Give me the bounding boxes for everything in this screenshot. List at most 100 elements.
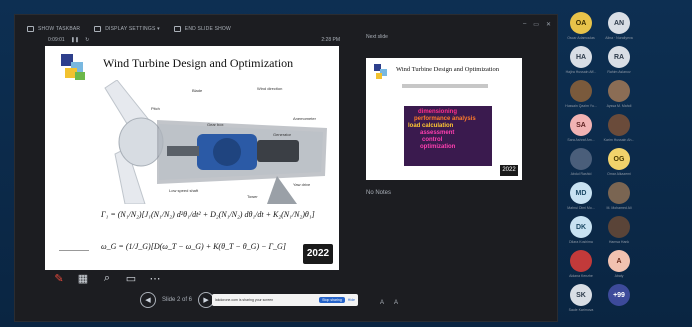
avatar [570, 148, 592, 170]
participant-tile[interactable]: MD Mahrui Dimi Mo... [562, 182, 600, 210]
participant-name: Hamsa Hank [608, 240, 630, 244]
svg-text:Tower: Tower [247, 194, 258, 199]
next-slide-subtitle-bar [402, 84, 488, 88]
show-taskbar-label: SHOW TASKBAR [38, 26, 81, 32]
share-status-text: lakdorone.com is sharing your screen [215, 298, 274, 302]
participant-name: Karim Hussain Ah... [603, 138, 635, 142]
show-taskbar-button[interactable]: SHOW TASKBAR [27, 26, 80, 32]
slide-logo [61, 54, 89, 84]
topic-line: assessment [420, 130, 455, 136]
next-slide-label: Next slide [366, 34, 388, 40]
participant-name: Omar Alkazemi [607, 172, 631, 176]
svg-text:Pitch: Pitch [151, 106, 160, 111]
avatar: HA [570, 46, 592, 68]
topic-line: control [422, 137, 443, 143]
participant-tile[interactable]: OA Oscar Adamoulas [562, 12, 600, 40]
participant-tile[interactable]: RA Rahim Aslanov [600, 46, 638, 74]
next-slide-preview[interactable]: Wind Turbine Design and Optimization dim… [366, 58, 522, 180]
end-slide-show-label: END SLIDE SHOW [184, 26, 231, 32]
next-slide-title: Wind Turbine Design and Optimization [396, 66, 500, 73]
minimize-icon[interactable]: – [523, 21, 526, 28]
topic-line: load calculation [408, 123, 454, 129]
hide-button[interactable]: Hide [348, 298, 355, 302]
slide-counter: Slide 2 of 6 [162, 297, 193, 303]
clock: 2:28 PM [321, 37, 340, 43]
participant-tile[interactable]: HA Hajira Hussain Aff... [562, 46, 600, 74]
end-slide-show-button[interactable]: END SLIDE SHOW [173, 26, 231, 32]
avatar: RA [608, 46, 630, 68]
previous-slide-button[interactable]: ◀ [140, 292, 156, 308]
avatar: OA [570, 12, 592, 34]
participant-name: Alina · Nuraliyeva [605, 36, 633, 40]
svg-text:Generator: Generator [273, 132, 292, 137]
participant-tile[interactable]: M. Mohamed Ali [600, 182, 638, 210]
avatar [608, 182, 630, 204]
slide-title: Wind Turbine Design and Optimization [103, 56, 294, 70]
participant-name: Hussain Qazim Yu... [565, 104, 597, 108]
avatar: OG [608, 148, 630, 170]
participant-tile[interactable]: AN Alina · Nuraliyeva [600, 12, 638, 40]
speaker-notes[interactable]: No Notes [366, 190, 391, 196]
topics-box: dimensioning performance analysis load c… [404, 106, 492, 166]
current-slide: Wind Turbine Design and Optimization Bla… [45, 46, 339, 270]
close-icon[interactable]: ✕ [546, 21, 551, 28]
zoom-icon[interactable]: ⌕ [100, 271, 114, 285]
participant-tile[interactable]: Ayssa M. Mahdi [600, 80, 638, 108]
timer: 0:09:01 [48, 37, 65, 43]
participant-name: Hajira Hussain Aff... [565, 70, 597, 74]
participant-name: Aidana Kenzhe [569, 274, 593, 278]
avatar: +99 [608, 284, 630, 306]
restore-icon[interactable]: ▭ [533, 21, 539, 28]
stop-sharing-button[interactable]: Stop sharing [319, 297, 345, 303]
decrease-font-button[interactable]: A [394, 300, 398, 306]
svg-text:Gear box: Gear box [207, 122, 223, 127]
participant-tile[interactable]: Aidana Kenzhe [562, 250, 600, 278]
participant-name: Saule Karimova [568, 308, 594, 312]
wind-turbine-nacelle-illustration: Blade Wind direction Anemometer Pitch Lo… [97, 80, 337, 204]
slide-navigation: ◀ Slide 2 of 6 ▶ [140, 292, 215, 308]
topic-line: dimensioning [418, 109, 457, 115]
pause-icon[interactable]: ❚❚ [71, 37, 79, 43]
avatar [608, 80, 630, 102]
svg-text:Yaw drive: Yaw drive [293, 182, 311, 187]
avatar: MD [570, 182, 592, 204]
signature-line [59, 250, 89, 260]
avatar [570, 250, 592, 272]
slide-tools: ✎ ▦ ⌕ ▭ ⋯ [52, 266, 292, 290]
window-controls: – ▭ ✕ [523, 21, 551, 28]
avatar: A [608, 250, 630, 272]
participant-tile[interactable]: Hussain Qazim Yu... [562, 80, 600, 108]
avatar [570, 80, 592, 102]
notes-font-controls: A A [380, 300, 398, 306]
participant-name: Mahrui Dimi Mo... [567, 206, 595, 210]
see-all-slides-icon[interactable]: ▦ [76, 271, 90, 285]
participant-name: M. Mohamed Ali [606, 206, 632, 210]
participant-tile[interactable]: Abdul Rashid [562, 148, 600, 176]
screen-share-bar: lakdorone.com is sharing your screen Sto… [212, 294, 358, 306]
participants-panel: OA Oscar Adamoulas AN Alina · Nuraliyeva HA H… [560, 10, 688, 324]
participant-tile[interactable]: Karim Hussain Ah... [600, 114, 638, 142]
svg-text:Blade: Blade [192, 88, 203, 93]
participant-name: Sara Ashraf Am... [567, 138, 595, 142]
equation-generator-speed: ω_G = (1/J_G)[D(ω_T − ω_G) + K(θ_T − θ_G… [101, 242, 286, 251]
display-settings-button[interactable]: DISPLAY SETTINGS ▾ [94, 26, 160, 32]
reset-timer-icon[interactable]: ↻ [85, 37, 89, 43]
participant-tile[interactable]: SK Saule Karimova [562, 284, 600, 312]
increase-font-button[interactable]: A [380, 300, 384, 306]
participant-tile[interactable]: OG Omar Alkazemi [600, 148, 638, 176]
participant-name: Abdul Rashid [570, 172, 592, 176]
year-badge: 2022 [303, 244, 333, 264]
participant-tile[interactable]: +99 [600, 284, 638, 312]
participant-tile[interactable]: DK Dilara Koshima [562, 216, 600, 244]
participant-name: Abaiy [614, 274, 624, 278]
camera-toggle-icon[interactable]: ▭ [124, 271, 138, 285]
more-options-icon[interactable]: ⋯ [148, 271, 162, 285]
avatar: SA [570, 114, 592, 136]
display-icon [94, 26, 102, 32]
current-slide-header: 0:09:01 ❚❚ ↻ 2:28 PM [48, 34, 340, 46]
participant-tile[interactable]: SA Sara Ashraf Am... [562, 114, 600, 142]
participant-tile[interactable]: A Abaiy [600, 250, 638, 278]
pen-icon[interactable]: ✎ [52, 271, 66, 285]
participant-tile[interactable]: Hamsa Hank [600, 216, 638, 244]
display-settings-label: DISPLAY SETTINGS ▾ [105, 26, 160, 32]
